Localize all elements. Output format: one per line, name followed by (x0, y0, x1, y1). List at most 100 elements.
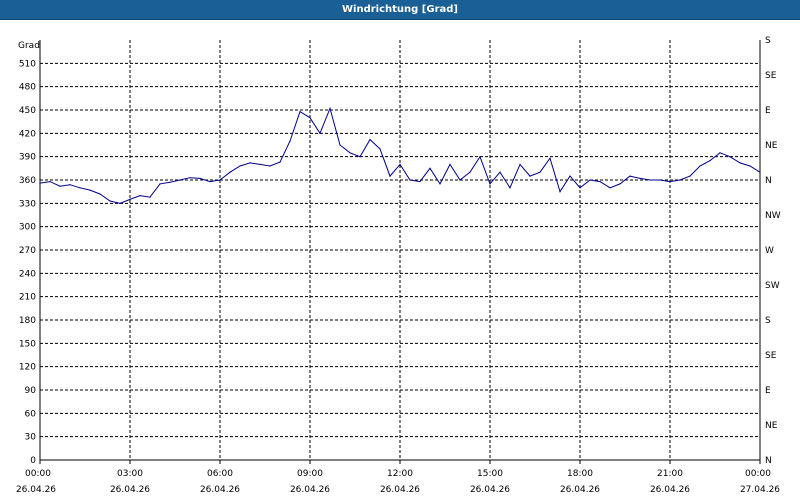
data-point (449, 163, 451, 165)
x-tick-time-label: 21:00 (657, 469, 683, 479)
data-point (409, 179, 411, 181)
data-point (729, 156, 731, 158)
data-point (439, 183, 441, 185)
y-tick-label: 60 (25, 409, 37, 419)
data-point (389, 175, 391, 177)
data-point (219, 179, 221, 181)
x-tick-date-label: 26.04.26 (650, 485, 690, 495)
data-point (399, 163, 401, 165)
data-point (479, 156, 481, 158)
right-axis-compass-label: N (765, 456, 772, 466)
data-point (499, 171, 501, 173)
y-tick-label: 90 (25, 386, 37, 396)
data-point (689, 175, 691, 177)
data-point (719, 152, 721, 154)
y-tick-label: 210 (19, 293, 36, 303)
x-tick-time-label: 06:00 (207, 469, 233, 479)
data-point (209, 181, 211, 183)
y-tick-label: 180 (19, 316, 36, 326)
y-tick-label: 420 (19, 129, 36, 139)
y-tick-label: 480 (19, 83, 36, 93)
data-point (79, 187, 81, 189)
data-point (469, 171, 471, 173)
data-point (699, 165, 701, 167)
data-point (189, 177, 191, 179)
data-point (589, 179, 591, 181)
data-point (359, 156, 361, 158)
data-point (549, 157, 551, 159)
data-point (329, 107, 331, 109)
grid-layer (40, 40, 760, 460)
data-point (379, 148, 381, 150)
y-tick-label: 0 (30, 456, 36, 466)
data-point (489, 183, 491, 185)
y-tick-label: 270 (19, 246, 36, 256)
data-point (149, 196, 151, 198)
data-point (669, 181, 671, 183)
data-point (539, 171, 541, 173)
data-point (279, 161, 281, 163)
chart-title-bar: Windrichtung [Grad] (0, 0, 800, 20)
data-point (169, 181, 171, 183)
data-point (139, 195, 141, 197)
x-tick-date-label: 27.04.26 (740, 485, 780, 495)
data-point (609, 187, 611, 189)
y-tick-label: 390 (19, 153, 36, 163)
data-point (69, 184, 71, 186)
data-point (579, 187, 581, 189)
x-tick-date-label: 26.04.26 (380, 485, 420, 495)
data-point (129, 198, 131, 200)
y-axis-label: Grad (18, 41, 40, 51)
data-point (429, 167, 431, 169)
x-tick-time-label: 15:00 (477, 469, 503, 479)
data-point (179, 179, 181, 181)
y-tick-label: 30 (25, 433, 37, 443)
data-point (459, 179, 461, 181)
data-point (309, 117, 311, 119)
chart-title: Windrichtung [Grad] (342, 4, 458, 15)
label-layer: Grad 0 30 60 90 120 150 180 210 240 270 300 330 360 3… (16, 36, 781, 495)
data-point (229, 171, 231, 173)
data-point (749, 165, 751, 167)
right-axis-compass-label: W (765, 246, 774, 256)
x-tick-time-label: 12:00 (387, 469, 413, 479)
y-tick-label: 150 (19, 339, 36, 349)
y-tick-label: 120 (19, 363, 36, 373)
y-tick-label: 330 (19, 199, 36, 209)
data-point (59, 185, 61, 187)
data-point (529, 175, 531, 177)
x-tick-date-label: 26.04.26 (470, 485, 510, 495)
data-point (239, 165, 241, 167)
data-point (89, 189, 91, 191)
right-axis-compass-label: E (765, 386, 771, 396)
data-point (49, 181, 51, 183)
data-point (569, 175, 571, 177)
data-point (269, 165, 271, 167)
data-point (559, 191, 561, 193)
data-point (679, 179, 681, 181)
data-point (659, 179, 661, 181)
x-tick-date-label: 26.04.26 (200, 485, 240, 495)
x-tick-time-label: 00:00 (25, 469, 51, 479)
data-point (519, 163, 521, 165)
data-point (619, 183, 621, 185)
x-tick-time-label: 18:00 (567, 469, 593, 479)
y-tick-label: 360 (19, 176, 36, 186)
data-point (99, 193, 101, 195)
right-axis-compass-label: N (765, 176, 772, 186)
data-point (289, 140, 291, 142)
right-axis-compass-label: S (765, 316, 771, 326)
right-axis-compass-label: NE (765, 141, 778, 151)
data-point (339, 144, 341, 146)
data-point (419, 181, 421, 183)
data-point (739, 162, 741, 164)
data-point (369, 139, 371, 141)
right-axis-compass-label: NW (765, 211, 781, 221)
data-point (509, 187, 511, 189)
right-axis-compass-label: NE (765, 421, 778, 431)
data-point (199, 177, 201, 179)
y-tick-label: 510 (19, 59, 36, 69)
right-axis-compass-label: SE (765, 71, 777, 81)
x-tick-date-label: 26.04.26 (290, 485, 330, 495)
data-point (109, 200, 111, 202)
